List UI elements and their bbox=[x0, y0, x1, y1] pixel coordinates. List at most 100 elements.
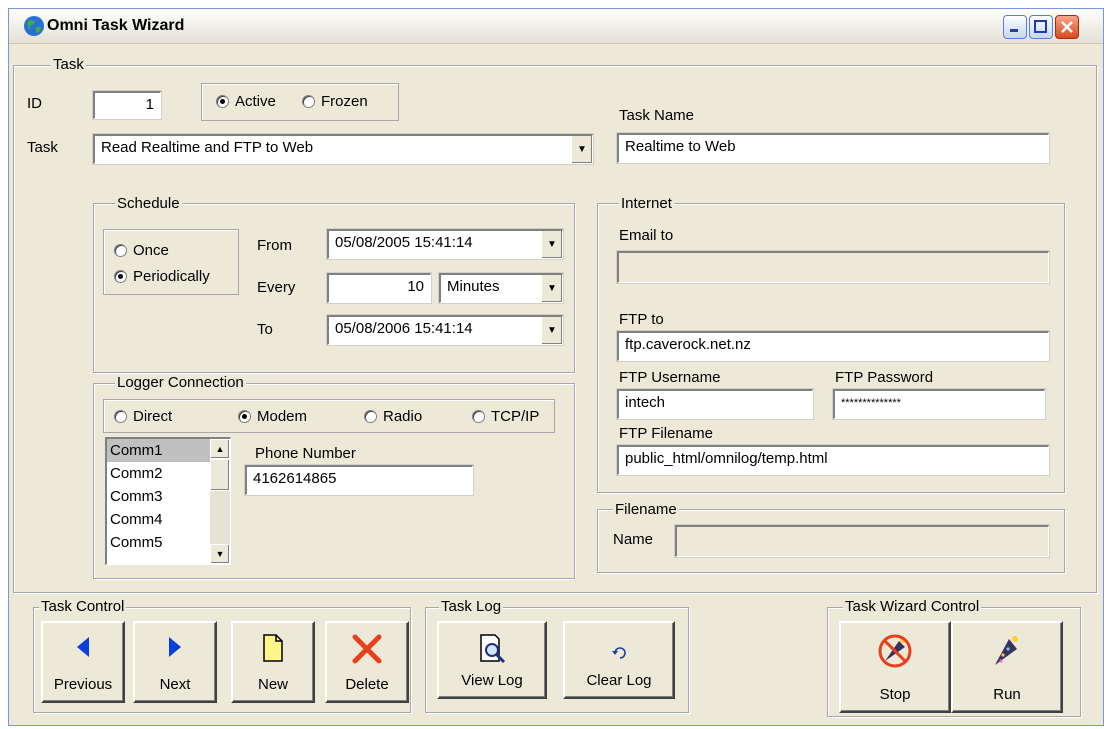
task-group-label: Task bbox=[51, 56, 86, 73]
radio-modem[interactable]: Modem bbox=[238, 408, 307, 425]
email-to-label: Email to bbox=[619, 227, 674, 244]
task-select[interactable]: Read Realtime and FTP to Web ▼ bbox=[92, 133, 594, 165]
filename-group-label: Filename bbox=[613, 501, 679, 518]
title-bar[interactable]: Omni Task Wizard bbox=[9, 9, 1103, 44]
ftp-username-label: FTP Username bbox=[619, 369, 721, 386]
close-button[interactable] bbox=[1055, 15, 1079, 39]
task-wizard-control-label: Task Wizard Control bbox=[843, 598, 982, 615]
clear-log-button[interactable]: Clear Log bbox=[563, 621, 675, 699]
radio-direct-indicator bbox=[114, 410, 127, 423]
task-name-label: Task Name bbox=[619, 107, 695, 124]
radio-tcpip-label: TCP/IP bbox=[491, 408, 540, 425]
to-datetime-picker[interactable]: 05/08/2006 15:41:14 ▼ bbox=[326, 314, 564, 346]
radio-periodically-label: Periodically bbox=[133, 268, 210, 285]
to-label: To bbox=[257, 321, 273, 338]
radio-radio-label: Radio bbox=[383, 408, 423, 425]
stop-button[interactable]: Stop bbox=[839, 621, 951, 713]
every-label: Every bbox=[257, 279, 296, 296]
id-field[interactable]: 1 bbox=[92, 90, 162, 120]
scroll-down-icon[interactable]: ▼ bbox=[210, 544, 230, 564]
schedule-mode-group: Once Periodically bbox=[103, 229, 239, 295]
next-button-label: Next bbox=[159, 676, 191, 693]
task-label: Task bbox=[27, 139, 58, 156]
run-button-label: Run bbox=[993, 686, 1021, 703]
filename-name-field[interactable] bbox=[674, 524, 1050, 558]
connection-type-group: Direct Modem Radio TCP/IP bbox=[103, 399, 555, 433]
radio-frozen-indicator bbox=[302, 95, 315, 108]
new-button-label: New bbox=[257, 676, 288, 693]
radio-direct-label: Direct bbox=[133, 408, 173, 425]
stop-button-label: Stop bbox=[879, 686, 911, 703]
radio-once-label: Once bbox=[133, 242, 169, 259]
comm-port-scrollbar[interactable]: ▲ ▼ bbox=[210, 439, 230, 564]
name-label: Name bbox=[613, 531, 654, 548]
radio-periodically-indicator bbox=[114, 270, 127, 283]
email-to-field[interactable] bbox=[616, 250, 1050, 284]
schedule-group-label: Schedule bbox=[115, 195, 182, 212]
radio-radio[interactable]: Radio bbox=[364, 408, 422, 425]
window-title: Omni Task Wizard bbox=[47, 17, 185, 34]
ftp-password-label: FTP Password bbox=[835, 369, 934, 386]
chevron-down-icon[interactable]: ▼ bbox=[541, 231, 562, 258]
from-datetime-picker[interactable]: 05/08/2005 15:41:14 ▼ bbox=[326, 228, 564, 260]
radio-active[interactable]: Active bbox=[216, 93, 276, 110]
logger-connection-label: Logger Connection bbox=[115, 374, 246, 391]
maximize-icon bbox=[1034, 20, 1047, 33]
radio-modem-label: Modem bbox=[257, 408, 308, 425]
ftp-username-field[interactable]: intech bbox=[616, 388, 814, 420]
radio-direct[interactable]: Direct bbox=[114, 408, 172, 425]
ftp-password-field[interactable]: ************** bbox=[832, 388, 1046, 420]
from-datetime-value: 05/08/2005 15:41:14 bbox=[335, 234, 473, 251]
clear-log-button-label: Clear Log bbox=[586, 672, 652, 689]
previous-button-label: Previous bbox=[53, 676, 113, 693]
delete-button[interactable]: Delete bbox=[325, 621, 409, 703]
radio-frozen[interactable]: Frozen bbox=[302, 93, 368, 110]
stop-wizard-icon bbox=[878, 634, 912, 668]
radio-frozen-label: Frozen bbox=[321, 93, 368, 110]
view-log-magnifier-icon bbox=[480, 634, 506, 664]
globe-icon bbox=[24, 16, 44, 36]
scroll-up-icon[interactable]: ▲ bbox=[210, 439, 230, 459]
next-button[interactable]: Next bbox=[133, 621, 217, 703]
comm-port-list[interactable]: Comm1 Comm2 Comm3 Comm4 Comm5 ▲ ▼ bbox=[105, 437, 231, 565]
phone-number-field[interactable]: 4162614865 bbox=[244, 464, 474, 496]
chevron-down-icon[interactable]: ▼ bbox=[541, 317, 562, 344]
minimize-button[interactable] bbox=[1003, 15, 1027, 39]
delete-button-label: Delete bbox=[345, 676, 389, 693]
id-label: ID bbox=[27, 95, 42, 112]
chevron-down-icon[interactable]: ▼ bbox=[571, 136, 592, 163]
minimize-icon bbox=[1010, 29, 1018, 32]
undo-arrow-icon bbox=[612, 647, 626, 659]
chevron-down-icon[interactable]: ▼ bbox=[541, 275, 562, 302]
radio-once-indicator bbox=[114, 244, 127, 257]
every-unit-select[interactable]: Minutes ▼ bbox=[438, 272, 564, 304]
close-icon bbox=[1061, 21, 1073, 33]
ftp-filename-label: FTP Filename bbox=[619, 425, 713, 442]
every-interval-field[interactable]: 10 bbox=[326, 272, 432, 304]
task-log-label: Task Log bbox=[439, 598, 504, 615]
radio-once[interactable]: Once bbox=[114, 242, 169, 259]
from-label: From bbox=[257, 237, 292, 254]
run-wizard-icon bbox=[995, 636, 1018, 665]
radio-periodically[interactable]: Periodically bbox=[114, 268, 210, 285]
radio-active-indicator bbox=[216, 95, 229, 108]
view-log-button-label: View Log bbox=[461, 672, 523, 689]
radio-active-label: Active bbox=[235, 93, 276, 110]
view-log-button[interactable]: View Log bbox=[437, 621, 547, 699]
previous-button[interactable]: Previous bbox=[41, 621, 125, 703]
ftp-filename-field[interactable]: public_html/omnilog/temp.html bbox=[616, 444, 1050, 476]
to-datetime-value: 05/08/2006 15:41:14 bbox=[335, 320, 473, 337]
status-radio-group: Active Frozen bbox=[201, 83, 399, 121]
task-name-field[interactable]: Realtime to Web bbox=[616, 132, 1050, 164]
delete-x-icon bbox=[352, 634, 382, 664]
maximize-button[interactable] bbox=[1029, 15, 1053, 39]
run-button[interactable]: Run bbox=[951, 621, 1063, 713]
internet-group-label: Internet bbox=[619, 195, 674, 212]
phone-number-label: Phone Number bbox=[255, 445, 356, 462]
task-wizard-window: Omni Task Wizard Task ID 1 Active Frozen… bbox=[8, 8, 1104, 726]
radio-tcpip[interactable]: TCP/IP bbox=[472, 408, 539, 425]
new-button[interactable]: New bbox=[231, 621, 315, 703]
radio-tcpip-indicator bbox=[472, 410, 485, 423]
scroll-thumb[interactable] bbox=[210, 459, 230, 491]
ftp-to-field[interactable]: ftp.caverock.net.nz bbox=[616, 330, 1050, 362]
